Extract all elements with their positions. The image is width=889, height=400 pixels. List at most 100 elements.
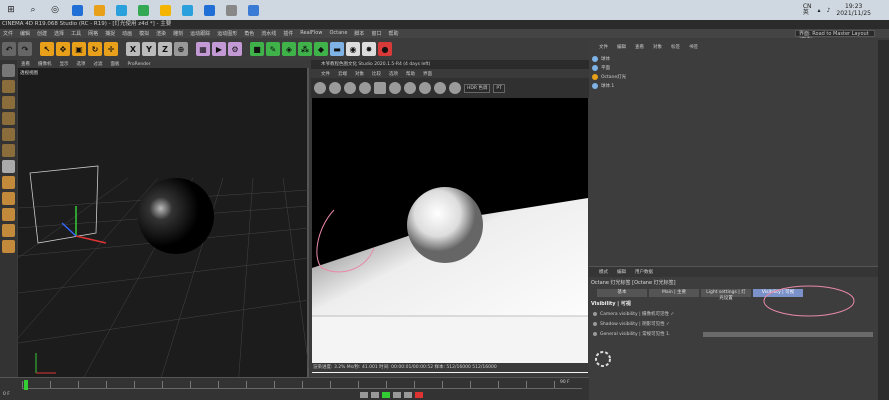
- menu-item[interactable]: 渲染: [156, 30, 166, 37]
- viewport-menu-item[interactable]: 显示: [60, 61, 69, 67]
- object-menu-item[interactable]: 查看: [635, 44, 644, 50]
- cube-icon[interactable]: ■: [250, 42, 264, 56]
- attribute-menu-item[interactable]: 编辑: [617, 269, 626, 275]
- viewport-menu-item[interactable]: 选项: [77, 61, 86, 67]
- volume-icon[interactable]: ♪: [827, 7, 831, 14]
- attribute-tab[interactable]: Main | 主要: [649, 289, 699, 297]
- menu-item[interactable]: RealFlow: [300, 30, 322, 37]
- viewer-menu-item[interactable]: 比较: [372, 71, 381, 77]
- menu-item[interactable]: 工具: [71, 30, 81, 37]
- workplane-icon[interactable]: [2, 96, 15, 109]
- property-animate-dot[interactable]: [593, 312, 597, 316]
- property-animate-dot[interactable]: [593, 332, 597, 336]
- layout-select[interactable]: 界面: Road to Master Layout (用户): [795, 30, 875, 43]
- taskbar-app-icon[interactable]: [198, 0, 220, 20]
- attribute-tab[interactable]: 基本: [597, 289, 647, 297]
- menu-item[interactable]: 网格: [88, 30, 98, 37]
- attribute-menu-item[interactable]: 用户数据: [635, 269, 653, 275]
- grid-snap-icon[interactable]: [2, 240, 15, 253]
- object-menu-item[interactable]: 书签: [689, 44, 698, 50]
- timeline-ruler[interactable]: [22, 381, 582, 389]
- stop-render-icon[interactable]: [359, 82, 371, 94]
- taskbar-app-icon[interactable]: [110, 0, 132, 20]
- record-icon[interactable]: [415, 392, 423, 398]
- pause-render-icon[interactable]: [344, 82, 356, 94]
- next-frame-icon[interactable]: [393, 392, 401, 398]
- menu-item[interactable]: 运动图形: [217, 30, 237, 37]
- material-picker-icon[interactable]: [449, 82, 461, 94]
- menu-item[interactable]: Octane: [329, 30, 347, 37]
- rotate-tool-icon[interactable]: ↻: [88, 42, 102, 56]
- undo-icon[interactable]: ↶: [2, 42, 16, 56]
- taskbar-app-icon[interactable]: [154, 0, 176, 20]
- menu-item[interactable]: 创建: [37, 30, 47, 37]
- menu-item[interactable]: 脚本: [354, 30, 364, 37]
- menu-item[interactable]: 选择: [54, 30, 64, 37]
- camera-icon[interactable]: ◉: [346, 42, 360, 56]
- first-frame-icon[interactable]: [360, 392, 368, 398]
- timeline[interactable]: 90 F 0 F: [0, 377, 589, 400]
- taskbar-app-icon[interactable]: [66, 0, 88, 20]
- viewer-menu-item[interactable]: 选项: [389, 71, 398, 77]
- taskbar-app-icon[interactable]: [132, 0, 154, 20]
- menu-item[interactable]: 流水线: [261, 30, 276, 37]
- paint-icon[interactable]: [2, 224, 15, 237]
- render-view-icon[interactable]: ▶: [212, 42, 226, 56]
- property-row[interactable]: General visibility | 常规可见性 1.: [593, 331, 873, 337]
- search-icon[interactable]: ⌕: [22, 0, 44, 20]
- focus-picker-icon[interactable]: [419, 82, 431, 94]
- transform-tool-icon[interactable]: ✛: [104, 42, 118, 56]
- region-render-icon[interactable]: [374, 82, 386, 94]
- object-row[interactable]: Octane灯光: [592, 72, 872, 81]
- viewport-menu-item[interactable]: 摄像机: [38, 61, 52, 67]
- axis-mode-icon[interactable]: [2, 160, 15, 173]
- menu-item[interactable]: 运动跟踪: [190, 30, 210, 37]
- perspective-viewport[interactable]: 查看摄像机显示选项过滤面板ProRender 透视视图 网格间距：100 cm: [18, 60, 309, 390]
- light-icon[interactable]: ✸: [362, 42, 376, 56]
- right-side-tabs[interactable]: [878, 40, 889, 400]
- tweak-icon[interactable]: [2, 176, 15, 189]
- attribute-tab[interactable]: Light settings | 灯光设置: [701, 289, 751, 301]
- menu-item[interactable]: 捕捉: [105, 30, 115, 37]
- viewport-menu-item[interactable]: 面板: [111, 61, 120, 67]
- play-icon[interactable]: [382, 392, 390, 398]
- clay-mode-icon[interactable]: [404, 82, 416, 94]
- menu-item[interactable]: 雕刻: [173, 30, 183, 37]
- x-axis-icon[interactable]: X: [126, 42, 140, 56]
- prev-frame-icon[interactable]: [371, 392, 379, 398]
- render-settings-icon[interactable]: ⚙: [228, 42, 242, 56]
- send-scene-icon[interactable]: [314, 82, 326, 94]
- menu-item[interactable]: 文件: [3, 30, 13, 37]
- network-icon[interactable]: ▴: [818, 7, 821, 14]
- object-row[interactable]: 平面: [592, 63, 872, 72]
- texture-mode-icon[interactable]: [2, 80, 15, 93]
- render-region-icon[interactable]: ▦: [196, 42, 210, 56]
- subdivision-icon[interactable]: ◈: [282, 42, 296, 56]
- taskbar-app-icon[interactable]: [176, 0, 198, 20]
- tonemap-select[interactable]: HDR 色调: [464, 83, 491, 93]
- object-menu-item[interactable]: 文件: [599, 44, 608, 50]
- taskbar-app-icon[interactable]: [220, 0, 242, 20]
- viewport-menu-item[interactable]: 查看: [21, 61, 30, 67]
- y-axis-icon[interactable]: Y: [142, 42, 156, 56]
- edges-mode-icon[interactable]: [2, 128, 15, 141]
- octane-render-icon[interactable]: ●: [378, 42, 392, 56]
- attribute-menu-item[interactable]: 模式: [599, 269, 608, 275]
- menu-item[interactable]: 帮助: [388, 30, 398, 37]
- object-menu-item[interactable]: 对象: [653, 44, 662, 50]
- redo-icon[interactable]: ↷: [18, 42, 32, 56]
- select-tool-icon[interactable]: ↖: [40, 42, 54, 56]
- menu-item[interactable]: 插件: [283, 30, 293, 37]
- ime-indicator[interactable]: CN 英: [803, 4, 812, 16]
- deformer-icon[interactable]: ◆: [314, 42, 328, 56]
- viewer-menu-item[interactable]: 对象: [355, 71, 364, 77]
- scale-tool-icon[interactable]: ▣: [72, 42, 86, 56]
- object-menu-item[interactable]: 编辑: [617, 44, 626, 50]
- start-icon[interactable]: ⊞: [0, 0, 22, 20]
- z-axis-icon[interactable]: Z: [158, 42, 172, 56]
- taskbar-app-icon[interactable]: [242, 0, 264, 20]
- restart-render-icon[interactable]: [329, 82, 341, 94]
- points-mode-icon[interactable]: [2, 112, 15, 125]
- viewer-menu-item[interactable]: 界面: [423, 71, 432, 77]
- property-slider[interactable]: [703, 331, 873, 337]
